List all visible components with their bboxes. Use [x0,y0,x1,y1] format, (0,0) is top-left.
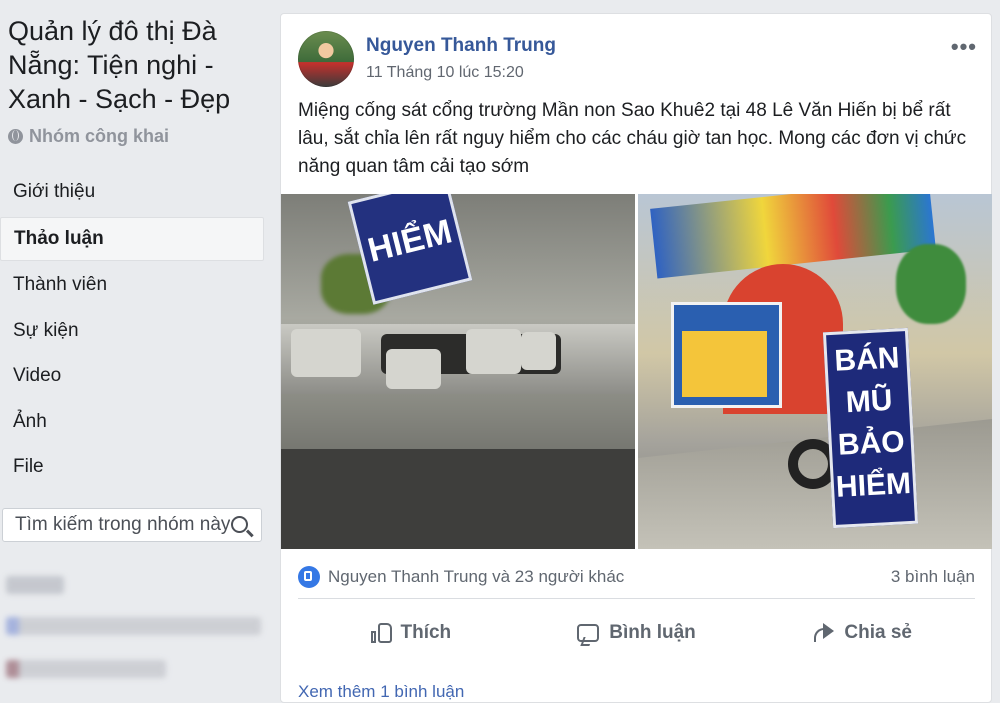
comment-count[interactable]: 3 bình luận [891,567,975,587]
reactions-bar: Nguyen Thanh Trung và 23 người khác 3 bì… [298,558,975,599]
group-search-box[interactable] [2,508,262,542]
sign-line: BÁN [833,341,901,378]
like-button[interactable]: Thích [298,612,524,654]
search-icon[interactable] [231,516,248,533]
comment-icon [577,624,600,642]
feed-post: Nguyen Thanh Trung 11 Tháng 10 lúc 15:20… [280,13,992,703]
share-button[interactable]: Chia sẻ [749,612,975,654]
sign-line: BẢO [837,425,906,462]
photo-road [281,449,635,549]
group-nav: Giới thiệu Thảo luận Thành viên Sự kiện … [0,171,264,492]
share-icon [812,623,835,643]
like-label: Thích [400,622,452,643]
group-search-input[interactable] [13,513,232,537]
nav-item-about[interactable]: Giới thiệu [0,171,264,213]
photo-rubble [291,329,361,377]
nav-item-videos[interactable]: Video [0,355,264,397]
thumbs-up-icon [370,623,392,643]
globe-icon [8,129,23,144]
group-title[interactable]: Quản lý đô thị Đà Nẵng: Tiện nghi - Xanh… [8,14,263,116]
nav-item-discussion[interactable]: Thảo luận [0,216,264,261]
photo-rubble [466,329,521,374]
blurred-shortcut-item[interactable] [6,660,166,678]
post-text: Miệng cống sát cổng trường Mần non Sao K… [298,100,967,177]
reactors-summary[interactable]: Nguyen Thanh Trung và 23 người khác [328,567,624,587]
photo-rubble [386,349,441,389]
group-sidebar: Quản lý đô thị Đà Nẵng: Tiện nghi - Xanh… [0,0,272,691]
post-actions: Thích Bình luận Chia sẻ [298,612,975,654]
post-photo-school-gate[interactable]: BÁN MŨ BẢO HIỂM [638,194,992,549]
sign-line: MŨ [844,383,894,420]
post-timestamp[interactable]: 11 Tháng 10 lúc 15:20 [366,64,524,82]
comment-button[interactable]: Bình luận [524,612,750,654]
like-badge-icon[interactable] [298,566,320,588]
view-more-comments-link[interactable]: Xem thêm 1 bình luận [298,682,464,702]
nav-item-events[interactable]: Sự kiện [0,310,264,352]
photo-tree [896,244,966,324]
blurred-shortcut-item[interactable] [6,617,261,635]
post-photo-broken-drain[interactable]: HIỂM [281,194,635,549]
privacy-label: Nhóm công khai [29,126,170,146]
group-privacy: Nhóm công khai [8,126,169,147]
photo-sign-right: BÁN MŨ BẢO HIỂM [822,327,919,529]
comment-label: Bình luận [609,622,696,643]
nav-item-members[interactable]: Thành viên [0,264,264,306]
more-icon[interactable]: ••• [951,34,977,60]
avatar[interactable] [298,31,354,87]
post-author[interactable]: Nguyen Thanh Trung [366,35,556,57]
photo-rubble [521,332,556,370]
blurred-shortcut-header [6,576,64,594]
photo-enrollment-poster [671,302,782,408]
nav-item-files[interactable]: File [0,446,264,488]
nav-item-photos[interactable]: Ảnh [0,401,264,443]
share-label: Chia sẻ [844,622,912,643]
sign-line: HIỂM [835,466,912,504]
